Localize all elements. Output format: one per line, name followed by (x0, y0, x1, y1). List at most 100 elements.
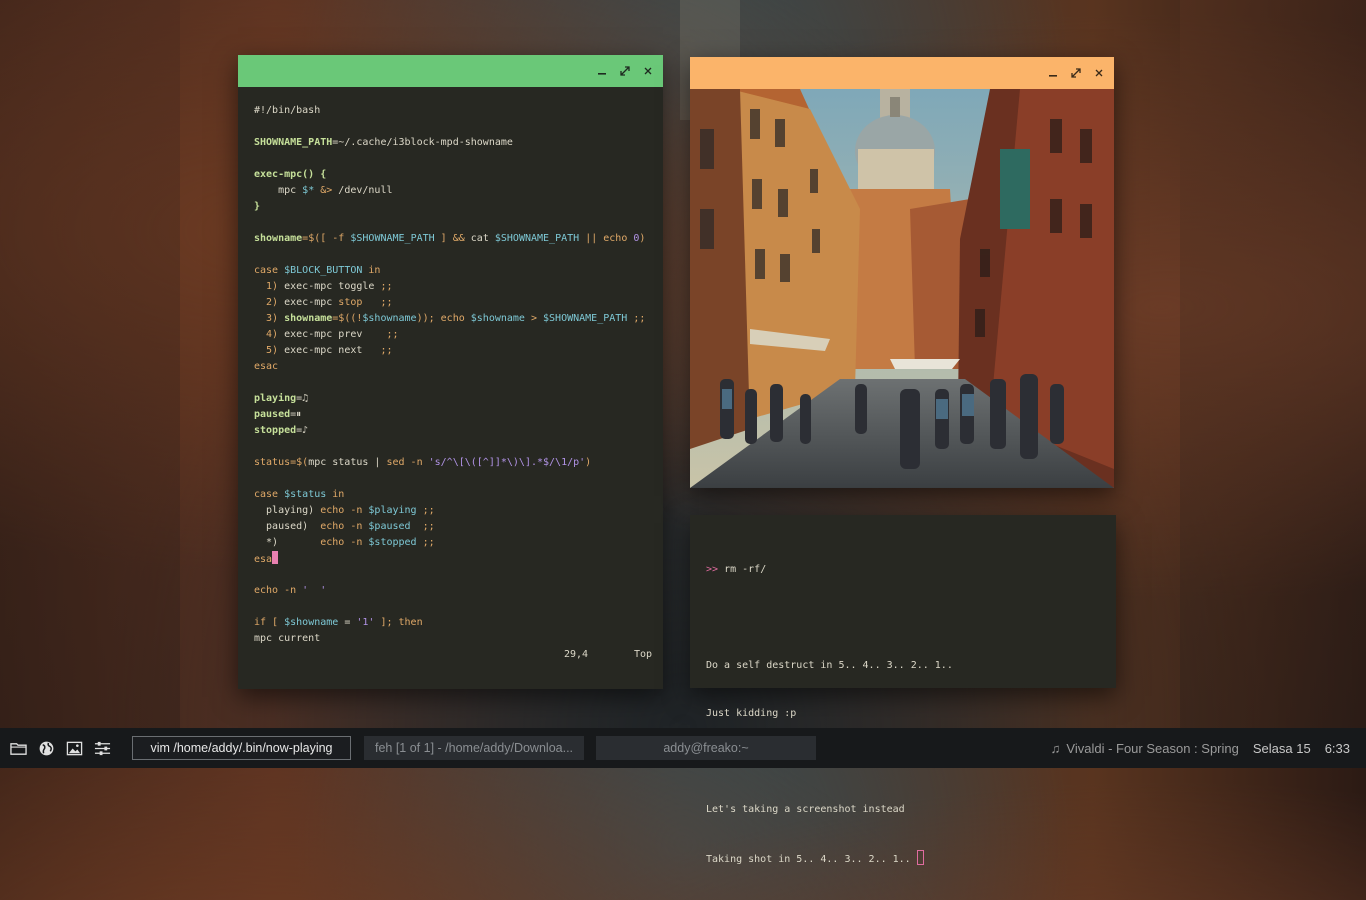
code-token: mpc (254, 185, 303, 196)
terminal-output[interactable]: >> rm -rf/ Do a self destruct in 5.. 4..… (706, 530, 953, 900)
code-token: $showname (362, 313, 417, 324)
code-token: 3) (254, 313, 285, 324)
code-line: *) echo -n $stopped ;; (254, 535, 645, 551)
music-note-icon: ♫ (1050, 740, 1061, 756)
close-icon[interactable] (1093, 68, 1104, 79)
status-area: ♫ Vivaldi - Four Season : Spring Selasa … (1051, 728, 1350, 768)
folder-icon[interactable] (9, 739, 27, 757)
code-token: ;; (410, 521, 435, 532)
taskbar: vim /home/addy/.bin/now-playing feh [1 o… (0, 728, 1366, 768)
code-token: paused) (254, 521, 321, 532)
terminal-command-line: >> rm -rf/ (706, 562, 953, 578)
maximize-icon[interactable] (619, 66, 630, 77)
code-token: in (362, 265, 381, 276)
terminal-cursor (916, 850, 924, 865)
code-token: =$( (290, 457, 309, 468)
code-token: in (326, 489, 345, 500)
code-token: ;; (627, 313, 646, 324)
task-feh[interactable]: feh [1 of 1] - /home/addy/Downloa... (364, 736, 584, 760)
code-line: stopped=♪ (254, 423, 645, 439)
code-token: =~/.cache/i3block-mpd-showname (332, 137, 513, 148)
code-token: $BLOCK_BUTTON (284, 265, 363, 276)
code-line: } (254, 199, 645, 215)
code-token: exec-mpc next (284, 345, 381, 356)
sliders-icon[interactable] (93, 739, 111, 757)
code-token: 1) (254, 281, 285, 292)
minimize-icon[interactable] (596, 66, 607, 77)
code-token: $stopped (368, 537, 417, 548)
now-playing-text: Vivaldi - Four Season : Spring (1066, 740, 1239, 756)
code-token: 2) (254, 297, 285, 308)
wallpaper (0, 0, 1366, 768)
code-line: esac (254, 359, 645, 375)
code-token: playing) (254, 505, 321, 516)
code-token: ;; (416, 505, 435, 516)
code-token: -f (326, 233, 351, 244)
code-token: SHOWNAME_PATH (254, 137, 333, 148)
code-token: =$((! (332, 313, 363, 324)
prompt-symbol: >> (706, 564, 719, 575)
code-token: stopped (254, 425, 297, 436)
terminal-line: Do a self destruct in 5.. 4.. 3.. 2.. 1.… (706, 660, 953, 671)
code-line: mpc current (254, 631, 645, 647)
code-token: $SHOWNAME_PATH (543, 313, 628, 324)
code-token: ] && (434, 233, 471, 244)
code-token: status (254, 457, 291, 468)
code-line: exec-mpc() { (254, 167, 645, 183)
vim-cursor (272, 551, 279, 564)
code-line: paused=⏸ (254, 407, 645, 423)
code-line: 3) showname=$((!$showname)); echo $shown… (254, 311, 645, 327)
code-token: cat (470, 233, 495, 244)
code-token: $showname (470, 313, 525, 324)
code-token: showname (254, 233, 303, 244)
code-token: &> (314, 185, 333, 196)
now-playing[interactable]: ♫ Vivaldi - Four Season : Spring (1051, 741, 1239, 756)
code-token: =⏸ (290, 409, 302, 420)
terminal-line: Let's taking a screenshot instead (706, 804, 905, 815)
code-line: if [ $showname = '1' ]; then (254, 615, 645, 631)
task-terminal[interactable]: addy@freako:~ (596, 736, 816, 760)
vim-cursor-position: 29,4 (564, 649, 589, 660)
code-token: ) (639, 233, 646, 244)
code-token: )); echo (416, 313, 471, 324)
code-line: echo -n ' ' (254, 583, 645, 599)
maximize-icon[interactable] (1070, 68, 1081, 79)
task-vim[interactable]: vim /home/addy/.bin/now-playing (132, 736, 351, 760)
code-token: > (524, 313, 544, 324)
code-token: '1' (356, 617, 375, 628)
street-photo (690, 89, 1114, 488)
terminal-window[interactable]: >> rm -rf/ Do a self destruct in 5.. 4..… (690, 515, 1116, 865)
minimize-icon[interactable] (1047, 68, 1058, 79)
code-token: 5) (254, 345, 285, 356)
feh-image-viewer-window[interactable] (690, 57, 1114, 488)
code-line: playing=♫ (254, 391, 645, 407)
code-line: SHOWNAME_PATH=~/.cache/i3block-mpd-shown… (254, 135, 645, 151)
code-token: $* (302, 185, 315, 196)
close-icon[interactable] (642, 66, 653, 77)
globe-icon[interactable] (37, 739, 55, 757)
vim-editor-buffer[interactable]: #!/bin/bash SHOWNAME_PATH=~/.cache/i3blo… (254, 103, 645, 647)
code-token: echo -n (254, 585, 303, 596)
code-line: 5) exec-mpc next ;; (254, 343, 645, 359)
code-token: } (254, 201, 261, 212)
code-token: #!/bin/bash (254, 105, 321, 116)
code-line: 1) exec-mpc toggle ;; (254, 279, 645, 295)
code-token: ;; (380, 345, 393, 356)
vim-window[interactable]: #!/bin/bash SHOWNAME_PATH=~/.cache/i3blo… (238, 55, 663, 689)
code-token: paused (254, 409, 291, 420)
code-line: 2) exec-mpc stop ;; (254, 295, 645, 311)
image-icon[interactable] (65, 739, 83, 757)
code-token: case (254, 265, 285, 276)
code-token: ' ' (302, 585, 327, 596)
code-token: $playing (368, 505, 417, 516)
vim-titlebar[interactable] (238, 55, 663, 87)
code-token: =♪ (296, 425, 309, 436)
feh-titlebar[interactable] (690, 57, 1114, 89)
code-token: sed -n (386, 457, 429, 468)
